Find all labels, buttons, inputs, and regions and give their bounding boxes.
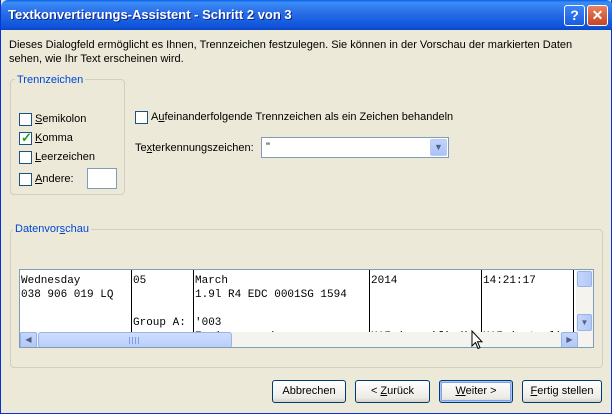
help-icon: ? [570,7,579,23]
semicolon-checkbox[interactable] [19,113,32,126]
table-row: 038 906 019 LQ 1.9l R4 EDC 0001SG 1594 [20,288,576,302]
table-cell: 2014 [371,275,398,287]
back-button[interactable]: < Zurück [355,380,430,403]
preview-grid: Wednesday 05 March 2014 14:21:17 038 906 019 … [20,270,576,332]
table-cell: March [195,275,229,287]
other-delimiter-input[interactable] [87,168,117,189]
scroll-thumb[interactable] [38,332,232,347]
semicolon-label[interactable]: Semikolon [35,113,86,126]
preview-legend: Datenvorschau [13,223,91,235]
other-label[interactable]: Andere: [35,173,74,186]
window-title: Textkonvertierungs-Assistent - Schritt 2… [8,7,292,22]
horizontal-scrollbar[interactable]: ◀ ▶ [20,332,593,347]
close-button[interactable]: ✕ [587,5,608,26]
table-cell: 14:21:17 [483,275,536,287]
scroll-thumb[interactable] [577,271,592,287]
comma-checkbox[interactable]: ✓ [19,130,32,145]
text-qualifier-value: " [266,141,270,153]
table-cell: 1.9l R4 EDC 0001SG 1594 [195,289,347,301]
table-cell: 05 [133,275,147,287]
chevron-down-icon[interactable]: ▼ [430,139,447,156]
table-cell: Group A: [133,317,186,329]
table-row [20,302,576,316]
dialog-window: Textkonvertierungs-Assistent - Schritt 2… [0,0,612,414]
vertical-scrollbar[interactable]: ▼ [576,270,593,332]
finish-button[interactable]: Fertig stellen [522,380,602,403]
table-row: Wednesday 05 March 2014 14:21:17 [20,274,576,288]
mouse-cursor-icon [471,330,483,350]
cancel-button[interactable]: Abbrechen [272,380,346,403]
checkmark-icon: ✓ [21,130,32,145]
consecutive-delimiters-label[interactable]: Aufeinanderfolgende Trennzeichen als ein… [151,111,453,124]
table-cell: '003 [195,317,222,329]
space-label[interactable]: Leerzeichen [35,151,95,164]
grip-icon [129,337,141,344]
comma-label[interactable]: Komma [35,132,73,145]
table-row: Group A: '003 [20,316,576,330]
space-checkbox[interactable] [19,151,32,164]
data-preview[interactable]: Wednesday 05 March 2014 14:21:17 038 906 019 … [19,269,594,348]
text-qualifier-select[interactable]: " ▼ [261,137,449,158]
scroll-down-icon[interactable]: ▼ [577,314,592,331]
delimiters-legend: Trennzeichen [15,74,86,86]
help-button[interactable]: ? [564,5,585,26]
other-checkbox[interactable] [19,173,32,186]
table-cell: 038 906 019 LQ [21,289,114,301]
text-qualifier-label: Texterkennungszeichen: [135,142,254,154]
table-cell: Wednesday [21,275,81,287]
title-bar[interactable]: Textkonvertierungs-Assistent - Schritt 2… [1,0,612,30]
scroll-left-icon[interactable]: ◀ [20,332,37,347]
scroll-right-icon[interactable]: ▶ [561,332,578,347]
consecutive-delimiters-checkbox[interactable] [135,111,148,124]
close-icon: ✕ [591,7,604,23]
next-button[interactable]: Weiter > [439,380,513,403]
intro-text: Dieses Dialogfeld ermöglicht es Ihnen, T… [9,39,573,65]
